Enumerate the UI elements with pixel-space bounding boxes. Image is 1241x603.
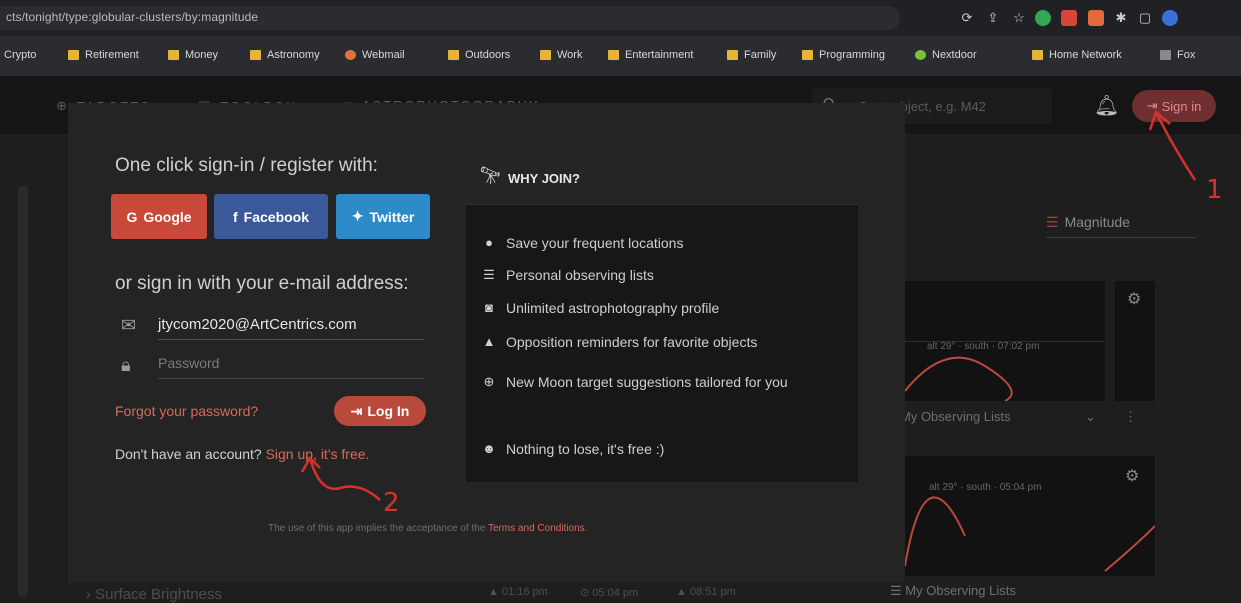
why-join-title: WHY JOIN?: [508, 171, 580, 186]
visibility-chart-1: alt 29° · south · 07:02 pm: [905, 281, 1105, 401]
sort-icon: ☰: [1046, 214, 1059, 230]
url-text[interactable]: cts/tonight/type:globular-clusters/by:ma…: [6, 10, 258, 24]
sign-in-button[interactable]: ⇥ Sign in: [1132, 90, 1216, 122]
card-settings-column: ⚙: [1115, 281, 1155, 401]
password-placeholder: Password: [158, 355, 220, 371]
email-signin-heading: or sign in with your e-mail address:: [115, 273, 409, 294]
why-join-panel: 🔭︎ WHY JOIN? ● Save your frequent locatio…: [466, 147, 858, 482]
profile-avatar[interactable]: [1162, 10, 1178, 26]
lock-icon: 🔒︎: [121, 355, 131, 375]
twitter-icon: ✦: [351, 208, 364, 224]
email-field[interactable]: jtycom2020@ArtCentrics.com: [158, 310, 424, 340]
bookmark-item[interactable]: Work: [540, 49, 582, 61]
bookmark-item[interactable]: Money: [168, 49, 218, 61]
bookmark-item[interactable]: Family: [727, 49, 776, 61]
folder-icon: [802, 50, 813, 60]
list-icon: ☰: [483, 267, 495, 282]
telescope-icon: 🔭︎: [480, 166, 502, 185]
folder-icon: [250, 50, 261, 60]
folder-icon: [448, 50, 459, 60]
bookmark-item[interactable]: Retirement: [68, 49, 139, 61]
terms-link[interactable]: Terms and Conditions: [488, 523, 585, 534]
transit-time: ⊙ 05:04 pm: [580, 587, 639, 599]
log-in-button[interactable]: ⇥ Log In: [334, 396, 426, 426]
sign-in-modal: One click sign-in / register with: G Goog…: [68, 103, 905, 583]
annotation-number-1: 1: [1206, 175, 1223, 205]
altitude-curve: [905, 496, 1155, 572]
facebook-signin-button[interactable]: f Facebook: [214, 194, 328, 239]
facebook-icon: f: [232, 208, 238, 225]
bookmark-item[interactable]: Programming: [802, 49, 885, 61]
benefit-item: ☻ Nothing to lose, it's free :): [482, 441, 665, 457]
social-signin-heading: One click sign-in / register with:: [115, 155, 378, 176]
bookmarks-bar: Crypto Retirement Money Astronomy Webmai…: [0, 36, 1241, 76]
bookmark-item[interactable]: Home Network: [1032, 49, 1122, 61]
camera-icon: ◙: [485, 300, 493, 315]
benefit-item: ⊕ New Moon target suggestions tailored fo…: [482, 365, 852, 399]
twitter-signin-button[interactable]: ✦ Twitter: [336, 194, 430, 239]
folder-icon: [68, 50, 79, 60]
gear-icon[interactable]: ⚙: [1127, 289, 1141, 309]
email-value: jtycom2020@ArtCentrics.com: [158, 316, 357, 333]
no-account-text: Don't have an account? Sign up, it's fre…: [115, 446, 370, 462]
sign-up-link[interactable]: Sign up, it's free.: [266, 446, 370, 462]
bookmark-item[interactable]: Webmail: [345, 49, 405, 61]
my-observing-lists-1[interactable]: My Observing Lists: [900, 409, 1011, 424]
benefit-item: ▲ Opposition reminders for favorite objec…: [482, 334, 758, 350]
bell-icon: ▲: [482, 334, 496, 349]
password-field[interactable]: Password: [158, 349, 424, 379]
webmail-icon: [345, 50, 356, 60]
left-scrollbar[interactable]: [18, 186, 28, 596]
surface-brightness-label[interactable]: › Surface Brightness: [86, 586, 222, 603]
folder-icon: [608, 50, 619, 60]
sort-magnitude-select[interactable]: ☰ Magnitude: [1046, 214, 1196, 238]
sign-in-icon: ⇥: [350, 402, 363, 419]
crosshair-icon: ⊕: [483, 374, 495, 389]
folder-icon: [1032, 50, 1043, 60]
forgot-password-link[interactable]: Forgot your password?: [115, 403, 258, 419]
sign-in-icon: ⇥: [1146, 98, 1158, 113]
folder-icon: [727, 50, 738, 60]
bookmark-item[interactable]: Entertainment: [608, 49, 693, 61]
folder-icon: [540, 50, 551, 60]
benefit-item: ☰ Personal observing lists: [483, 267, 654, 283]
bookmark-item[interactable]: Outdoors: [448, 49, 510, 61]
smile-icon: ☻: [482, 441, 496, 456]
crosshair-icon: ⊕: [56, 98, 69, 113]
fox-icon: [1160, 50, 1171, 60]
rise-time: ▲ 01:16 pm: [488, 586, 548, 598]
more-icon[interactable]: ⋮: [1124, 409, 1137, 425]
bookmark-item[interactable]: Astronomy: [250, 49, 320, 61]
altitude-curve: [905, 356, 1013, 401]
bookmark-item[interactable]: Fox: [1160, 49, 1195, 61]
google-icon: G: [126, 208, 138, 225]
chevron-down-icon[interactable]: ⌄: [1085, 409, 1096, 425]
map-pin-icon: ●: [485, 235, 493, 250]
bookmark-item[interactable]: Crypto: [4, 49, 36, 61]
share-icon[interactable]: ⇪: [984, 9, 1002, 27]
envelope-icon: ✉: [121, 315, 137, 335]
screen: { "browser": { "url": "cts/tonight/type:…: [0, 0, 1241, 603]
why-join-header: 🔭︎ WHY JOIN?: [466, 147, 858, 205]
annotation-number-2: 2: [383, 488, 400, 518]
google-signin-button[interactable]: G Google: [111, 194, 207, 239]
folder-icon: [168, 50, 179, 60]
set-time: ▲ 08:51 pm: [676, 586, 736, 598]
google-lens-icon[interactable]: ⟳: [958, 9, 976, 27]
benefit-item: ◙ Unlimited astrophotography profile: [482, 298, 852, 318]
bell-icon[interactable]: 🔔︎: [1094, 93, 1119, 118]
browser-url-bar: cts/tonight/type:globular-clusters/by:ma…: [0, 0, 1241, 36]
my-observing-lists-2[interactable]: ☰ My Observing Lists: [890, 583, 1016, 599]
sidebar-icon[interactable]: ▢: [1136, 9, 1154, 27]
extension-icon[interactable]: [1035, 10, 1051, 26]
visibility-chart-2: alt 29° · south · 05:04 pm ⚙: [905, 456, 1155, 576]
nextdoor-icon: [915, 50, 926, 60]
extension-icon[interactable]: [1061, 10, 1077, 26]
puzzle-icon[interactable]: ✱: [1112, 9, 1130, 27]
terms-notice: The use of this app implies the acceptan…: [268, 523, 588, 534]
bookmark-item[interactable]: Nextdoor: [915, 49, 977, 61]
benefit-item: ● Save your frequent locations: [482, 233, 852, 253]
extension-icon[interactable]: [1088, 10, 1104, 26]
bookmark-star-icon[interactable]: ☆: [1010, 9, 1028, 27]
